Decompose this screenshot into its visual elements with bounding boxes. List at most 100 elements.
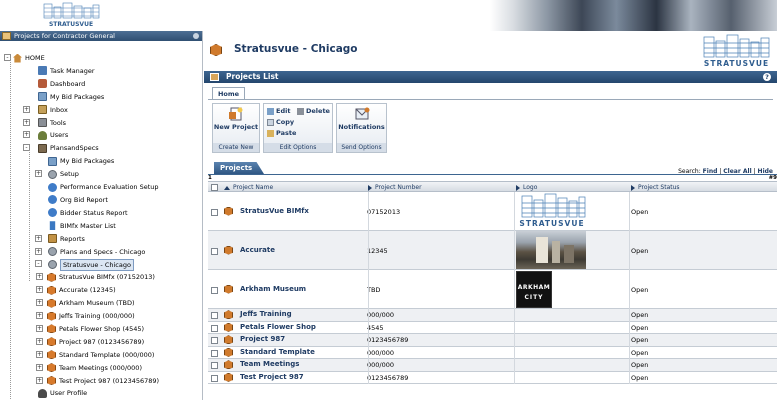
project-name-link[interactable]: Arkham Museum bbox=[240, 285, 306, 293]
expand-icon[interactable]: + bbox=[35, 247, 42, 255]
ribbon-group-create: New Project Create New bbox=[212, 103, 260, 153]
project-box-icon bbox=[224, 347, 233, 357]
project-name-link[interactable]: StratusVue BIMfx bbox=[240, 207, 309, 215]
send-options-group-label: Send Options bbox=[337, 143, 386, 152]
expand-icon[interactable]: + bbox=[36, 312, 43, 319]
tree-item[interactable]: + Arkham Museum (TBD) bbox=[0, 297, 200, 309]
notifications-button[interactable]: Notifications bbox=[337, 107, 386, 131]
table-row[interactable]: Arkham Museum TBD Open ARKHAM CITY bbox=[208, 270, 777, 309]
project-name-link[interactable]: Jeffs Training bbox=[240, 310, 292, 318]
tree-item[interactable]: + Reports bbox=[0, 233, 200, 245]
tree-item[interactable]: Dashboard bbox=[0, 78, 200, 90]
delete-button[interactable]: Delete bbox=[297, 107, 330, 115]
tree-item[interactable]: User Profile bbox=[0, 387, 200, 399]
project-name-link[interactable]: Accurate bbox=[240, 246, 275, 254]
collapse-icon[interactable]: - bbox=[35, 260, 42, 268]
row-checkbox[interactable] bbox=[211, 286, 218, 294]
bid-icon bbox=[48, 195, 57, 205]
tree-item[interactable]: Performance Evaluation Setup bbox=[0, 181, 200, 193]
expand-icon[interactable]: + bbox=[36, 337, 43, 345]
projects-tab[interactable]: Projects bbox=[214, 162, 264, 174]
row-checkbox[interactable] bbox=[211, 349, 218, 357]
tree-item[interactable]: Org Bid Report bbox=[0, 194, 200, 206]
tree-item[interactable]: + Standard Template (000/000) bbox=[0, 349, 200, 361]
tree-item[interactable]: + Setup bbox=[0, 168, 200, 180]
table-row[interactable]: StratusVue BIMfx 07152013 Open STRATUSVUE bbox=[208, 192, 777, 231]
edit-button[interactable]: Edit bbox=[267, 107, 290, 115]
table-row[interactable]: Project 987 0123456789 Open bbox=[208, 334, 777, 347]
table-row[interactable]: Test Project 987 0123456789 Open bbox=[208, 372, 777, 384]
tree-item[interactable]: + Team Meetings (000/000) bbox=[0, 362, 200, 374]
gear-icon bbox=[48, 247, 57, 256]
project-number: 0123456789 bbox=[367, 373, 409, 382]
row-checkbox[interactable] bbox=[211, 324, 218, 332]
select-all-checkbox[interactable] bbox=[211, 184, 218, 191]
table-row[interactable]: Accurate 12345 Open bbox=[208, 231, 777, 270]
edit-label: Edit bbox=[276, 107, 291, 115]
tree-item[interactable]: + Petals Flower Shop (4545) bbox=[0, 323, 200, 335]
row-checkbox[interactable] bbox=[211, 374, 218, 382]
tree-item-label: User Profile bbox=[50, 389, 88, 398]
expand-icon[interactable]: + bbox=[36, 286, 43, 294]
expand-icon[interactable]: + bbox=[36, 273, 43, 281]
sort-icon bbox=[631, 184, 635, 191]
row-checkbox[interactable] bbox=[211, 337, 218, 345]
copy-button[interactable]: Copy bbox=[267, 118, 294, 126]
tree-item[interactable]: + Users bbox=[0, 129, 200, 141]
project-name-link[interactable]: Test Project 987 bbox=[240, 373, 304, 381]
tree-item[interactable]: + Accurate (12345) bbox=[0, 284, 200, 296]
tree-item[interactable]: + Jeffs Training (000/000) bbox=[0, 310, 200, 322]
tree-item[interactable]: - PlansandSpecs bbox=[0, 142, 200, 154]
delete-label: Delete bbox=[306, 107, 330, 115]
table-row[interactable]: Team Meetings 000/000 Open bbox=[208, 359, 777, 372]
expand-icon[interactable]: + bbox=[36, 363, 43, 371]
project-name-link[interactable]: Standard Template bbox=[240, 348, 315, 356]
expand-icon[interactable]: + bbox=[35, 170, 42, 178]
bid-icon bbox=[48, 208, 57, 218]
tree-item[interactable]: BIMfx Master List bbox=[0, 220, 200, 232]
tree-item[interactable]: - HOME bbox=[0, 52, 200, 64]
tree-item[interactable]: + Tools bbox=[0, 117, 200, 129]
project-box-icon bbox=[210, 44, 222, 56]
collapse-panel-icon[interactable] bbox=[193, 33, 199, 39]
tree-item[interactable]: + StratusVue BIMfx (07152013) bbox=[0, 271, 200, 283]
new-project-button[interactable]: New Project bbox=[213, 107, 259, 131]
project-status: Open bbox=[631, 285, 649, 294]
tree-item-label: Reports bbox=[60, 234, 85, 243]
tree-item[interactable]: My Bid Packages bbox=[0, 155, 200, 167]
tree-item[interactable]: + Inbox bbox=[0, 104, 200, 116]
tree-item[interactable]: Task Manager bbox=[0, 65, 200, 77]
tree-item-label: PlansandSpecs bbox=[50, 144, 99, 153]
table-row[interactable]: Jeffs Training 000/000 Open bbox=[208, 309, 777, 322]
expand-icon[interactable]: + bbox=[36, 299, 43, 307]
paste-button[interactable]: Paste bbox=[267, 129, 296, 137]
table-row[interactable]: Petals Flower Shop 4545 Open bbox=[208, 322, 777, 334]
row-checkbox[interactable] bbox=[211, 362, 218, 370]
row-checkbox[interactable] bbox=[211, 208, 218, 216]
row-checkbox[interactable] bbox=[211, 247, 218, 255]
tree-item[interactable]: Bidder Status Report bbox=[0, 207, 200, 219]
column-divider bbox=[368, 192, 369, 384]
tree-item[interactable]: + Test Project 987 (0123456789) bbox=[0, 375, 200, 387]
tree-item[interactable]: + Project 987 (0123456789) bbox=[0, 336, 200, 348]
project-name-link[interactable]: Petals Flower Shop bbox=[240, 323, 316, 331]
tree-item[interactable]: - Stratusvue - Chicago bbox=[0, 258, 200, 271]
project-name-link[interactable]: Team Meetings bbox=[240, 360, 299, 368]
project-box-icon bbox=[224, 206, 233, 216]
row-checkbox[interactable] bbox=[211, 312, 218, 320]
expand-icon[interactable]: + bbox=[36, 376, 43, 384]
project-name-link[interactable]: Project 987 bbox=[240, 335, 285, 343]
tree-item[interactable]: My Bid Packages bbox=[0, 91, 200, 103]
package-icon bbox=[48, 156, 57, 166]
project-logo-stratusvue: STRATUSVUE bbox=[516, 193, 588, 232]
expand-icon[interactable]: + bbox=[23, 118, 30, 126]
tree-item[interactable]: + Plans and Specs - Chicago bbox=[0, 246, 200, 258]
expand-icon[interactable]: + bbox=[23, 105, 30, 113]
arkham-logo-line1: ARKHAM bbox=[517, 284, 551, 291]
help-icon[interactable]: ? bbox=[763, 73, 771, 81]
expand-icon[interactable]: + bbox=[35, 234, 42, 242]
expand-icon[interactable]: + bbox=[36, 324, 43, 332]
expand-icon[interactable]: + bbox=[36, 350, 43, 358]
table-row[interactable]: Standard Template 000/000 Open bbox=[208, 347, 777, 359]
expand-icon[interactable]: + bbox=[23, 131, 30, 139]
